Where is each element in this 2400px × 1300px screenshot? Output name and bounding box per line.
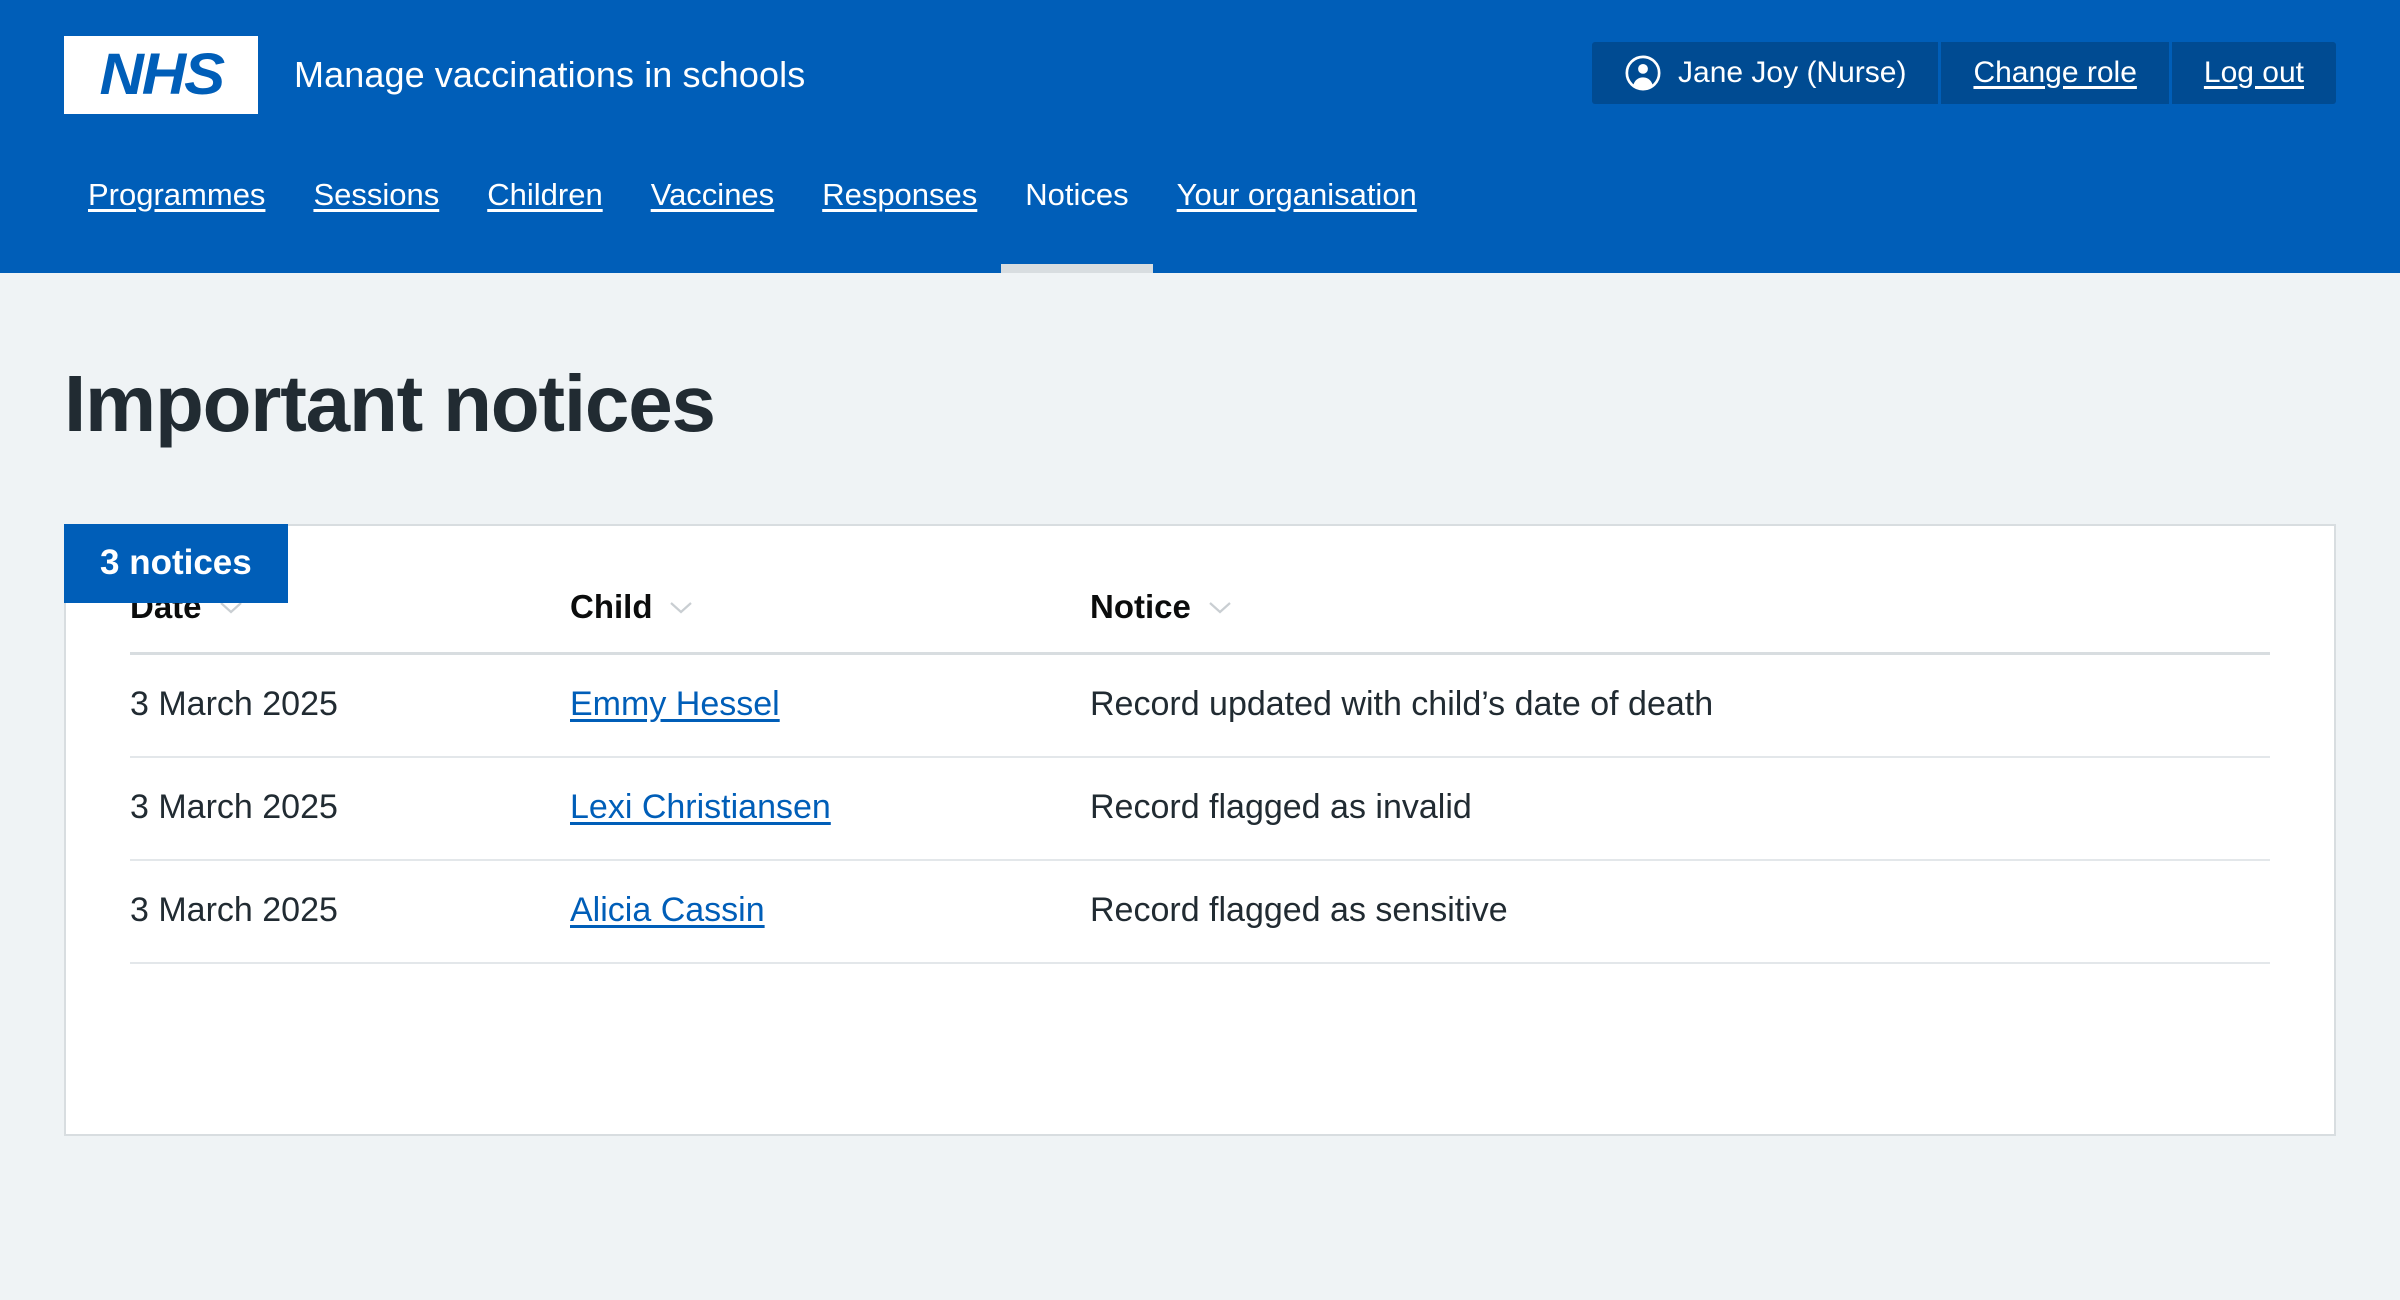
nav-item-sessions[interactable]: Sessions (289, 165, 463, 273)
cell-notice: Record flagged as invalid (1090, 757, 2270, 861)
nav-link-sessions[interactable]: Sessions (289, 165, 463, 213)
nav-item-your-organisation[interactable]: Your organisation (1153, 165, 1441, 273)
nav-item-programmes[interactable]: Programmes (64, 165, 289, 273)
nav-link-children[interactable]: Children (463, 165, 626, 213)
notices-card: Date Child Notice 3 March 2025 Emmy Hess… (64, 524, 2336, 1136)
account-bar: Jane Joy (Nurse) Change role Log out (1592, 42, 2336, 104)
column-header-notice[interactable]: Notice (1090, 588, 2270, 655)
cell-date: 3 March 2025 (130, 653, 570, 758)
nav-link-your-organisation[interactable]: Your organisation (1153, 165, 1441, 213)
page-title: Important notices (64, 359, 716, 448)
cell-notice: Record updated with child’s date of deat… (1090, 653, 2270, 758)
nav-link-responses[interactable]: Responses (798, 165, 1001, 213)
service-name: Manage vaccinations in schools (294, 54, 806, 95)
chevron-down-icon (1209, 602, 1231, 614)
brand-area[interactable]: NHS Manage vaccinations in schools (64, 36, 805, 114)
main-content: Important notices 3 notices Date Child N… (0, 358, 2400, 1136)
change-role-link[interactable]: Change role (1941, 42, 2172, 104)
column-header-notice-label: Notice (1090, 588, 1191, 625)
cell-child: Emmy Hessel (570, 653, 1090, 758)
cell-date: 3 March 2025 (130, 860, 570, 964)
cell-notice: Record flagged as sensitive (1090, 860, 2270, 964)
table-head: Date Child Notice (130, 588, 2270, 655)
cell-child: Lexi Christiansen (570, 757, 1090, 861)
account-user: Jane Joy (Nurse) (1592, 42, 1942, 104)
header-top-bar: NHS Manage vaccinations in schools Jane … (0, 0, 2400, 165)
nav-link-notices[interactable]: Notices (1001, 165, 1152, 213)
child-link[interactable]: Alicia Cassin (570, 891, 765, 929)
user-circle-icon (1625, 55, 1661, 91)
column-header-child[interactable]: Child (570, 588, 1090, 655)
nav-list: Programmes Sessions Children Vaccines Re… (64, 165, 2336, 273)
site-header: NHS Manage vaccinations in schools Jane … (0, 0, 2400, 273)
table-body: 3 March 2025 Emmy Hessel Record updated … (130, 653, 2270, 964)
cell-date: 3 March 2025 (130, 757, 570, 861)
primary-navigation: Programmes Sessions Children Vaccines Re… (0, 165, 2400, 273)
column-header-child-label: Child (570, 588, 653, 625)
nav-item-children[interactable]: Children (463, 165, 626, 273)
table-row: 3 March 2025 Alicia Cassin Record flagge… (130, 860, 2270, 964)
table-row: 3 March 2025 Emmy Hessel Record updated … (130, 653, 2270, 758)
table-header-row: Date Child Notice (130, 588, 2270, 655)
chevron-down-icon (670, 602, 693, 614)
cell-child: Alicia Cassin (570, 860, 1090, 964)
nav-item-notices[interactable]: Notices (1001, 165, 1154, 273)
child-link[interactable]: Lexi Christiansen (570, 788, 831, 826)
child-link[interactable]: Emmy Hessel (570, 685, 780, 723)
nav-link-programmes[interactable]: Programmes (64, 165, 289, 213)
notices-card-wrapper: 3 notices Date Child Notice 3 March 2025… (64, 524, 2336, 1136)
nav-item-responses[interactable]: Responses (798, 165, 1001, 273)
table-row: 3 March 2025 Lexi Christiansen Record fl… (130, 757, 2270, 861)
nav-link-vaccines[interactable]: Vaccines (627, 165, 799, 213)
nhs-logo-text: NHS (99, 42, 225, 107)
log-out-link[interactable]: Log out (2172, 42, 2336, 104)
notices-table: Date Child Notice 3 March 2025 Emmy Hess… (130, 588, 2270, 964)
nhs-logo[interactable]: NHS (64, 36, 258, 114)
account-user-label: Jane Joy (Nurse) (1678, 56, 1907, 89)
nav-item-vaccines[interactable]: Vaccines (627, 165, 799, 273)
notices-count-tab[interactable]: 3 notices (64, 524, 288, 603)
